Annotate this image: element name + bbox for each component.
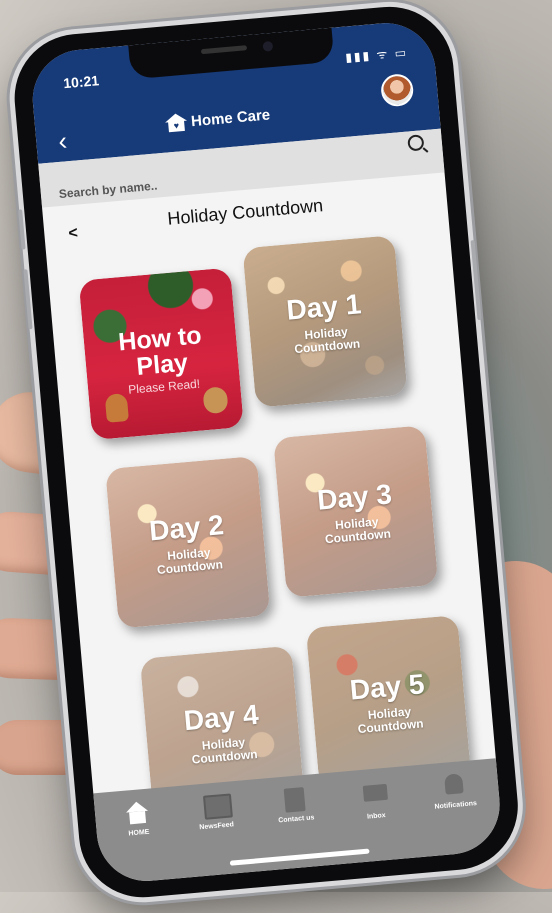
tab-contact-us[interactable]: Contact us	[254, 784, 337, 826]
contact-icon	[283, 787, 307, 813]
tab-label: HOME	[128, 828, 150, 838]
card-title-line: Play	[135, 348, 190, 381]
tab-label: Contact us	[278, 814, 315, 825]
speaker	[200, 45, 248, 55]
status-time: 10:21	[62, 72, 100, 92]
camera	[262, 40, 274, 52]
volume-button	[18, 209, 26, 250]
phone-frame: 10:21 ▮▮▮ ᯤ ▭ ‹ Home Care < Holiday Coun…	[9, 1, 524, 903]
newsfeed-icon	[202, 793, 233, 820]
app-screen: 10:21 ▮▮▮ ᯤ ▭ ‹ Home Care < Holiday Coun…	[28, 19, 504, 886]
tab-inbox[interactable]: Inbox	[333, 777, 416, 823]
search-icon[interactable]	[407, 134, 425, 152]
day-card[interactable]: Day 1 Holiday Countdown	[242, 235, 408, 408]
home-icon	[125, 800, 149, 825]
tab-label: NewsFeed	[199, 821, 235, 832]
back-button[interactable]: ‹	[57, 125, 68, 157]
home-indicator[interactable]	[229, 848, 370, 866]
house-heart-icon	[164, 113, 187, 133]
day-card[interactable]: Day 3 Holiday Countdown	[273, 425, 439, 598]
brand-name: Home Care	[190, 105, 271, 130]
tab-notifications[interactable]: Notifications	[413, 770, 496, 812]
how-to-play-card[interactable]: How to Play Please Read!	[78, 267, 244, 441]
tab-label: Inbox	[366, 812, 386, 821]
tab-label: Notifications	[434, 800, 478, 811]
volume-button	[23, 269, 33, 330]
power-button	[470, 240, 482, 321]
tab-newsfeed[interactable]: NewsFeed	[174, 791, 257, 833]
bell-icon	[442, 773, 466, 797]
status-icons: ▮▮▮ ᯤ ▭	[344, 45, 409, 65]
reindeer-icon	[202, 386, 229, 415]
phone-mockup: 10:21 ▮▮▮ ᯤ ▭ ‹ Home Care < Holiday Coun…	[0, 0, 552, 913]
gingerbread-icon	[104, 392, 129, 423]
tab-home[interactable]: HOME	[96, 798, 179, 840]
inbox-icon	[362, 783, 388, 808]
avatar[interactable]	[379, 72, 415, 108]
day-card[interactable]: Day 2 Holiday Countdown	[105, 455, 271, 629]
brand-logo: Home Care	[164, 105, 270, 132]
